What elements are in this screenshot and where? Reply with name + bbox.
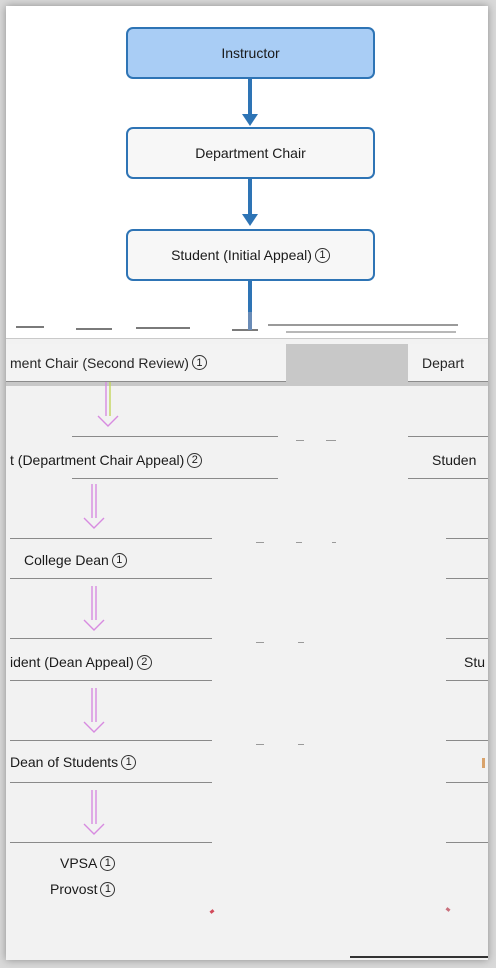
provost-label: Provost (50, 881, 98, 897)
student-right-label-row[interactable]: Studen (432, 448, 476, 472)
student-initial-appeal-label: Student (Initial Appeal) (171, 247, 312, 263)
college-dean-label-row[interactable]: College Dean 1 (24, 548, 127, 572)
faint-dash (256, 542, 264, 543)
arrow-1-shaft (248, 79, 252, 116)
chair-second-review-cell[interactable]: ment Chair (Second Review) 1 (6, 344, 286, 382)
right-rule-bottom (446, 680, 488, 681)
right-rule-bottom (446, 782, 488, 783)
count-badge: 1 (314, 247, 330, 263)
count-badge: 2 (187, 452, 203, 468)
rule-bottom (10, 680, 212, 681)
student-dean-appeal-label: ident (Dean Appeal) (10, 654, 134, 670)
faint-dash (256, 642, 264, 643)
stu-right-label-row[interactable]: Stu (464, 650, 485, 674)
right-rule-top (446, 842, 488, 843)
rule-top (10, 638, 212, 639)
down-arrow-3 (83, 586, 105, 631)
provost-label-row[interactable]: Provost 1 (50, 878, 116, 900)
right-rule-top (408, 436, 488, 437)
right-rule-top (446, 740, 488, 741)
department-chair-node[interactable]: Department Chair (126, 127, 375, 179)
stu-right-label: Stu (464, 654, 486, 670)
faint-dash (256, 744, 264, 745)
student-chair-appeal-label-row[interactable]: t (Department Chair Appeal) 2 (10, 448, 203, 472)
down-arrow-2 (83, 484, 105, 529)
student-initial-appeal-node[interactable]: Student (Initial Appeal) 1 (126, 229, 375, 281)
down-arrow-1 (97, 382, 119, 427)
rule-top (10, 538, 212, 539)
arrow-2-shaft (248, 179, 252, 216)
count-badge: 1 (111, 552, 127, 568)
diagram-frame: Instructor Department Chair Student (Ini… (6, 6, 488, 960)
count-badge: 1 (191, 355, 207, 370)
rule-top (10, 740, 212, 741)
rule-bottom (10, 578, 212, 579)
student-right-label: Studen (432, 452, 477, 468)
student-chair-appeal-label: t (Department Chair Appeal) (10, 452, 185, 468)
garbled-strip (6, 312, 488, 339)
instructor-node[interactable]: Instructor (126, 27, 375, 79)
faint-dash (298, 744, 304, 745)
arrow-3-tail (248, 312, 252, 330)
faint-dash (326, 440, 336, 441)
down-arrow-5 (83, 790, 105, 835)
rule-bottom (10, 782, 212, 783)
instructor-label: Instructor (221, 45, 280, 61)
bottom-edge (350, 956, 488, 958)
arrow-1-head (242, 114, 258, 126)
dean-of-students-label-row[interactable]: Dean of Students 1 (10, 750, 137, 774)
rule-top (10, 842, 212, 843)
rule-bottom (72, 478, 278, 479)
college-dean-label: College Dean (24, 552, 109, 568)
faint-dash (296, 542, 302, 543)
dean-of-students-label: Dean of Students (10, 754, 119, 770)
department-chair-label: Department Chair (195, 145, 306, 161)
count-badge: 1 (121, 754, 137, 770)
faint-dash (332, 542, 336, 543)
department-right-label: Depart (422, 354, 465, 371)
vpsa-label-row[interactable]: VPSA 1 (60, 852, 116, 874)
rule-top (72, 436, 278, 437)
count-badge: 1 (100, 881, 116, 897)
right-rule-top (446, 638, 488, 639)
vpsa-label: VPSA (60, 855, 98, 871)
right-rule-top (446, 538, 488, 539)
arrow-2-head (242, 214, 258, 226)
right-rule-bottom (408, 478, 488, 479)
faint-dash (296, 440, 304, 441)
faint-dash (298, 642, 304, 643)
right-rule-bottom (446, 578, 488, 579)
down-arrow-4 (83, 688, 105, 733)
student-dean-appeal-label-row[interactable]: ident (Dean Appeal) 2 (10, 650, 152, 674)
count-badge: 2 (136, 654, 152, 670)
orange-mark (482, 758, 485, 768)
department-right-cell[interactable]: Depart (408, 344, 488, 382)
count-badge: 1 (100, 855, 116, 871)
chair-second-review-label: ment Chair (Second Review) (10, 354, 189, 371)
